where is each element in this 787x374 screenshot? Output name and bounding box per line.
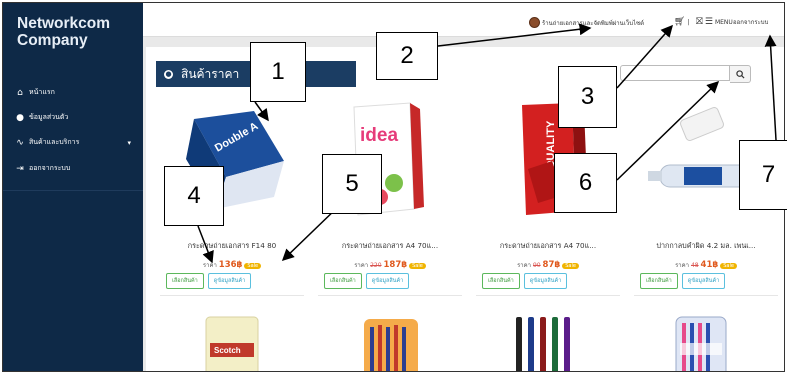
product-name[interactable]: ปากกาลบคำผิด 4.2 มล. เพนเ...: [630, 241, 782, 252]
view-product-button[interactable]: ดูข้อมูลสินค้า: [207, 273, 252, 289]
product-price: ราคา 220 187฿ Sale: [314, 260, 466, 270]
user-icon: ●: [16, 112, 24, 123]
sale-price: 136฿: [218, 260, 243, 270]
callout-1: 1: [250, 42, 306, 102]
price-label: ราคา: [517, 262, 532, 269]
product-name[interactable]: กระดาษถ่ายเอกสาร A4 70แ...: [472, 241, 624, 252]
product-image-marker-jar[interactable]: [656, 313, 746, 372]
price-label: ราคา: [202, 262, 217, 269]
sale-badge: Sale: [720, 262, 737, 269]
callout-5: 5: [322, 154, 382, 214]
callout-4: 4: [164, 166, 224, 226]
product-brand-label: idea: [360, 125, 398, 146]
sale-price: 41฿: [700, 260, 719, 270]
product-actions: เลือกสินค้า ดูข้อมูลสินค้า: [324, 273, 410, 289]
brand-logo[interactable]: Networkcom Company: [17, 15, 110, 49]
sidebar-item-label: ข้อมูลส่วนตัว: [29, 113, 69, 121]
page-title: สินค้าราคา: [181, 66, 240, 81]
view-product-button[interactable]: ดูข้อมูลสินค้า: [681, 273, 726, 289]
sidebar: Networkcom Company ⌂ หน้าแรก ● ข้อมูลส่ว…: [3, 3, 143, 371]
top-bar: ร้านถ่ายเอกสารและจัดพิมพ์ผ่านเว็บไซต์ 🛒︎…: [143, 3, 784, 37]
select-product-button[interactable]: เลือกสินค้า: [640, 273, 678, 289]
product-actions: เลือกสินค้า ดูข้อมูลสินค้า: [166, 273, 252, 289]
product-price: ราคา 48 41฿ Sale: [630, 260, 782, 270]
sale-price: 87฿: [542, 260, 561, 270]
old-price: 90: [532, 262, 541, 269]
main-content: ● สินค้าราคา Double A กระดาษถ่ายเอกสาร F…: [146, 47, 784, 372]
chart-line-icon: ∿: [16, 137, 24, 148]
select-product-button[interactable]: เลือกสินค้า: [166, 273, 204, 289]
cart-separator: |: [687, 18, 690, 26]
sidebar-divider: [3, 190, 143, 191]
sale-badge: Sale: [562, 262, 579, 269]
search-input[interactable]: [620, 65, 730, 81]
product-image-pen-jar[interactable]: [346, 313, 436, 372]
product-divider: [476, 295, 620, 296]
sidebar-item-products[interactable]: ∿ สินค้าและบริการ: [15, 137, 79, 148]
cart-icon: 🛒︎: [674, 17, 686, 27]
sidebar-item-label: สินค้าและบริการ: [29, 138, 80, 146]
price-label: ราคา: [675, 262, 690, 269]
old-price: 48: [690, 262, 699, 269]
brand-line-2: Company: [17, 32, 88, 49]
menu-icon: ☰: [704, 17, 713, 27]
sidebar-item-label: ออกจากระบบ: [29, 164, 71, 172]
product-brand-label: Scotch: [214, 346, 241, 355]
product-image-pens[interactable]: [500, 309, 590, 372]
shop-profile-link[interactable]: ร้านถ่ายเอกสารและจัดพิมพ์ผ่านเว็บไซต์: [529, 17, 644, 28]
product-actions: เลือกสินค้า ดูข้อมูลสินค้า: [640, 273, 726, 289]
avatar: [529, 17, 540, 28]
sidebar-item-logout[interactable]: ⇥ ออกจากระบบ: [15, 163, 70, 174]
select-product-button[interactable]: เลือกสินค้า: [324, 273, 362, 289]
product-image-scotch-tape[interactable]: Scotch: [186, 313, 276, 372]
view-product-button[interactable]: ดูข้อมูลสินค้า: [523, 273, 568, 289]
product-divider: [160, 295, 304, 296]
chevron-down-icon[interactable]: ▾: [127, 139, 131, 147]
menu-button[interactable]: ⛝ ☰ MENU: [696, 17, 733, 27]
sale-badge: Sale: [409, 262, 426, 269]
sale-price: 187฿: [383, 260, 408, 270]
home-icon: ⌂: [17, 87, 23, 98]
logout-icon: ⇥: [16, 163, 24, 174]
product-name[interactable]: กระดาษถ่ายเอกสาร F14 80: [156, 241, 308, 252]
product-divider: [318, 295, 462, 296]
shop-name: ร้านถ่ายเอกสารและจัดพิมพ์ผ่านเว็บไซต์: [542, 19, 644, 27]
menu-label: MENU: [714, 18, 733, 26]
brand-line-1: Networkcom: [17, 15, 111, 32]
logout-label: ออกจากระบบ: [733, 19, 769, 26]
callout-6: 6: [554, 153, 617, 213]
callout-3: 3: [558, 66, 617, 128]
product-name[interactable]: กระดาษถ่ายเอกสาร A4 70แ...: [314, 241, 466, 252]
sidebar-item-profile[interactable]: ● ข้อมูลส่วนตัว: [15, 112, 68, 123]
cart-button[interactable]: 🛒︎ |: [674, 17, 689, 27]
product-actions: เลือกสินค้า ดูข้อมูลสินค้า: [482, 273, 568, 289]
old-price: 220: [370, 262, 382, 269]
select-product-button[interactable]: เลือกสินค้า: [482, 273, 520, 289]
logout-link[interactable]: ออกจากระบบ: [733, 17, 768, 27]
callout-2: 2: [376, 32, 438, 80]
cart-crossed-icon: ⛝: [696, 17, 703, 27]
info-icon: ●: [164, 69, 173, 79]
product-price: ราคา 90 87฿ Sale: [472, 260, 624, 270]
product-price: ราคา 136฿ Sale: [156, 260, 308, 270]
search-button[interactable]: [730, 65, 751, 83]
search-bar: [620, 65, 751, 83]
sale-badge: Sale: [244, 262, 262, 269]
sidebar-item-label: หน้าแรก: [29, 88, 55, 96]
sidebar-item-home[interactable]: ⌂ หน้าแรก: [15, 87, 55, 98]
product-divider: [634, 295, 778, 296]
search-icon: [735, 69, 745, 79]
callout-7: 7: [739, 140, 787, 210]
price-label: ราคา: [354, 262, 369, 269]
view-product-button[interactable]: ดูข้อมูลสินค้า: [365, 273, 410, 289]
